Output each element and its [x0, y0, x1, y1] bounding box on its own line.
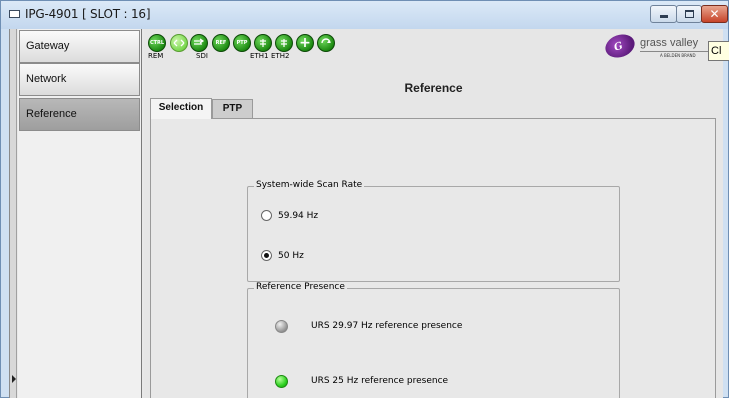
maximize-icon [684, 10, 694, 18]
main-panel: CTRL REM SDI REF PTP ETH1 ETH2 + G grass… [144, 29, 723, 398]
collapse-strip[interactable] [10, 29, 17, 398]
selection-tab-panel: System-wide Scan Rate 59.94 Hz 50 Hz Ref… [150, 118, 716, 398]
urs-2997-led-icon [275, 320, 288, 333]
close-button[interactable]: ✕ [701, 5, 728, 23]
window-icon [9, 10, 20, 18]
eth1-label: ETH1 [250, 52, 269, 60]
grass-valley-mark-icon: G [602, 30, 638, 62]
radio-option-50[interactable]: 50 Hz [261, 250, 304, 261]
reference-presence-group-title: Reference Presence [254, 282, 347, 292]
grass-valley-logo: G grass valley A BELDEN BRAND [602, 30, 719, 63]
eth2-label: ETH2 [271, 52, 290, 60]
sync-icon[interactable] [317, 34, 335, 52]
urs-25-led-icon [275, 375, 288, 388]
ctrl-icon[interactable]: CTRL [148, 34, 166, 52]
sidebar-item-reference[interactable]: Reference [19, 98, 140, 131]
status-toolbar: CTRL REM SDI REF PTP ETH1 ETH2 + G grass… [144, 29, 723, 67]
urs-25-label: URS 25 Hz reference presence [311, 376, 449, 386]
brand-subtitle: A BELDEN BRAND [660, 53, 696, 58]
client-area: Gateway Network Reference CTRL REM SDI R… [9, 29, 723, 398]
brand-name: grass valley [640, 37, 699, 49]
radio-5994[interactable] [261, 210, 272, 221]
expand-arrow-icon[interactable] [12, 375, 16, 383]
scan-rate-group-title: System-wide Scan Rate [254, 180, 365, 190]
close-icon: ✕ [709, 7, 720, 21]
page-title: Reference [404, 81, 463, 95]
sdi-icon[interactable] [190, 34, 208, 52]
minimize-icon [659, 15, 668, 18]
radio-5994-label[interactable]: 59.94 Hz [278, 211, 318, 221]
radio-50[interactable] [261, 250, 272, 261]
sidebar: Gateway Network Reference [18, 29, 145, 398]
eth1-icon[interactable] [254, 34, 272, 52]
ref-icon[interactable]: REF [212, 34, 230, 52]
sdi-link-icon[interactable] [170, 34, 188, 52]
tab-ptp[interactable]: PTP [212, 99, 253, 118]
sidebar-item-network[interactable]: Network [19, 63, 140, 96]
application-window: IPG-4901 [ SLOT : 16] ✕ Gateway Network … [0, 0, 729, 398]
radio-50-label[interactable]: 50 Hz [278, 251, 304, 261]
ptp-icon[interactable]: PTP [233, 34, 251, 52]
sdi-label: SDI [196, 52, 208, 60]
eth2-icon[interactable] [275, 34, 293, 52]
minimize-button[interactable] [650, 5, 677, 23]
scan-rate-group: System-wide Scan Rate 59.94 Hz 50 Hz [247, 180, 620, 282]
tooltip-fragment: Cl [708, 41, 729, 61]
reference-presence-group: Reference Presence URS 29.97 Hz referenc… [247, 282, 620, 398]
radio-selected-dot [264, 253, 269, 258]
urs-2997-label: URS 29.97 Hz reference presence [311, 321, 463, 331]
sidebar-item-gateway[interactable]: Gateway [19, 30, 140, 63]
rem-label: REM [148, 52, 164, 60]
tab-selection[interactable]: Selection [150, 98, 212, 119]
window-title: IPG-4901 [ SLOT : 16] [25, 7, 151, 21]
radio-option-5994[interactable]: 59.94 Hz [261, 210, 318, 221]
maximize-button[interactable] [676, 5, 702, 23]
add-icon[interactable]: + [296, 34, 314, 52]
title-bar[interactable]: IPG-4901 [ SLOT : 16] ✕ [1, 1, 728, 29]
